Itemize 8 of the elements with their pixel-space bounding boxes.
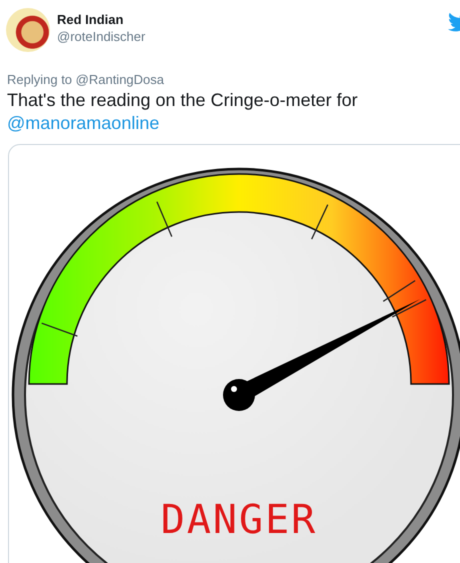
tweet-text: That's the reading on the Cringe-o-meter for [7,90,359,111]
author-name[interactable]: Red Indian [57,12,146,27]
media-card[interactable]: DANGER [8,144,460,563]
gauge-label: DANGER [160,497,318,543]
author-handle[interactable]: @roteIndischer [57,29,146,44]
reply-context: Replying to @RantingDosa [7,72,166,87]
avatar[interactable] [6,8,50,52]
mention-link[interactable]: @manoramaonline [7,113,460,134]
